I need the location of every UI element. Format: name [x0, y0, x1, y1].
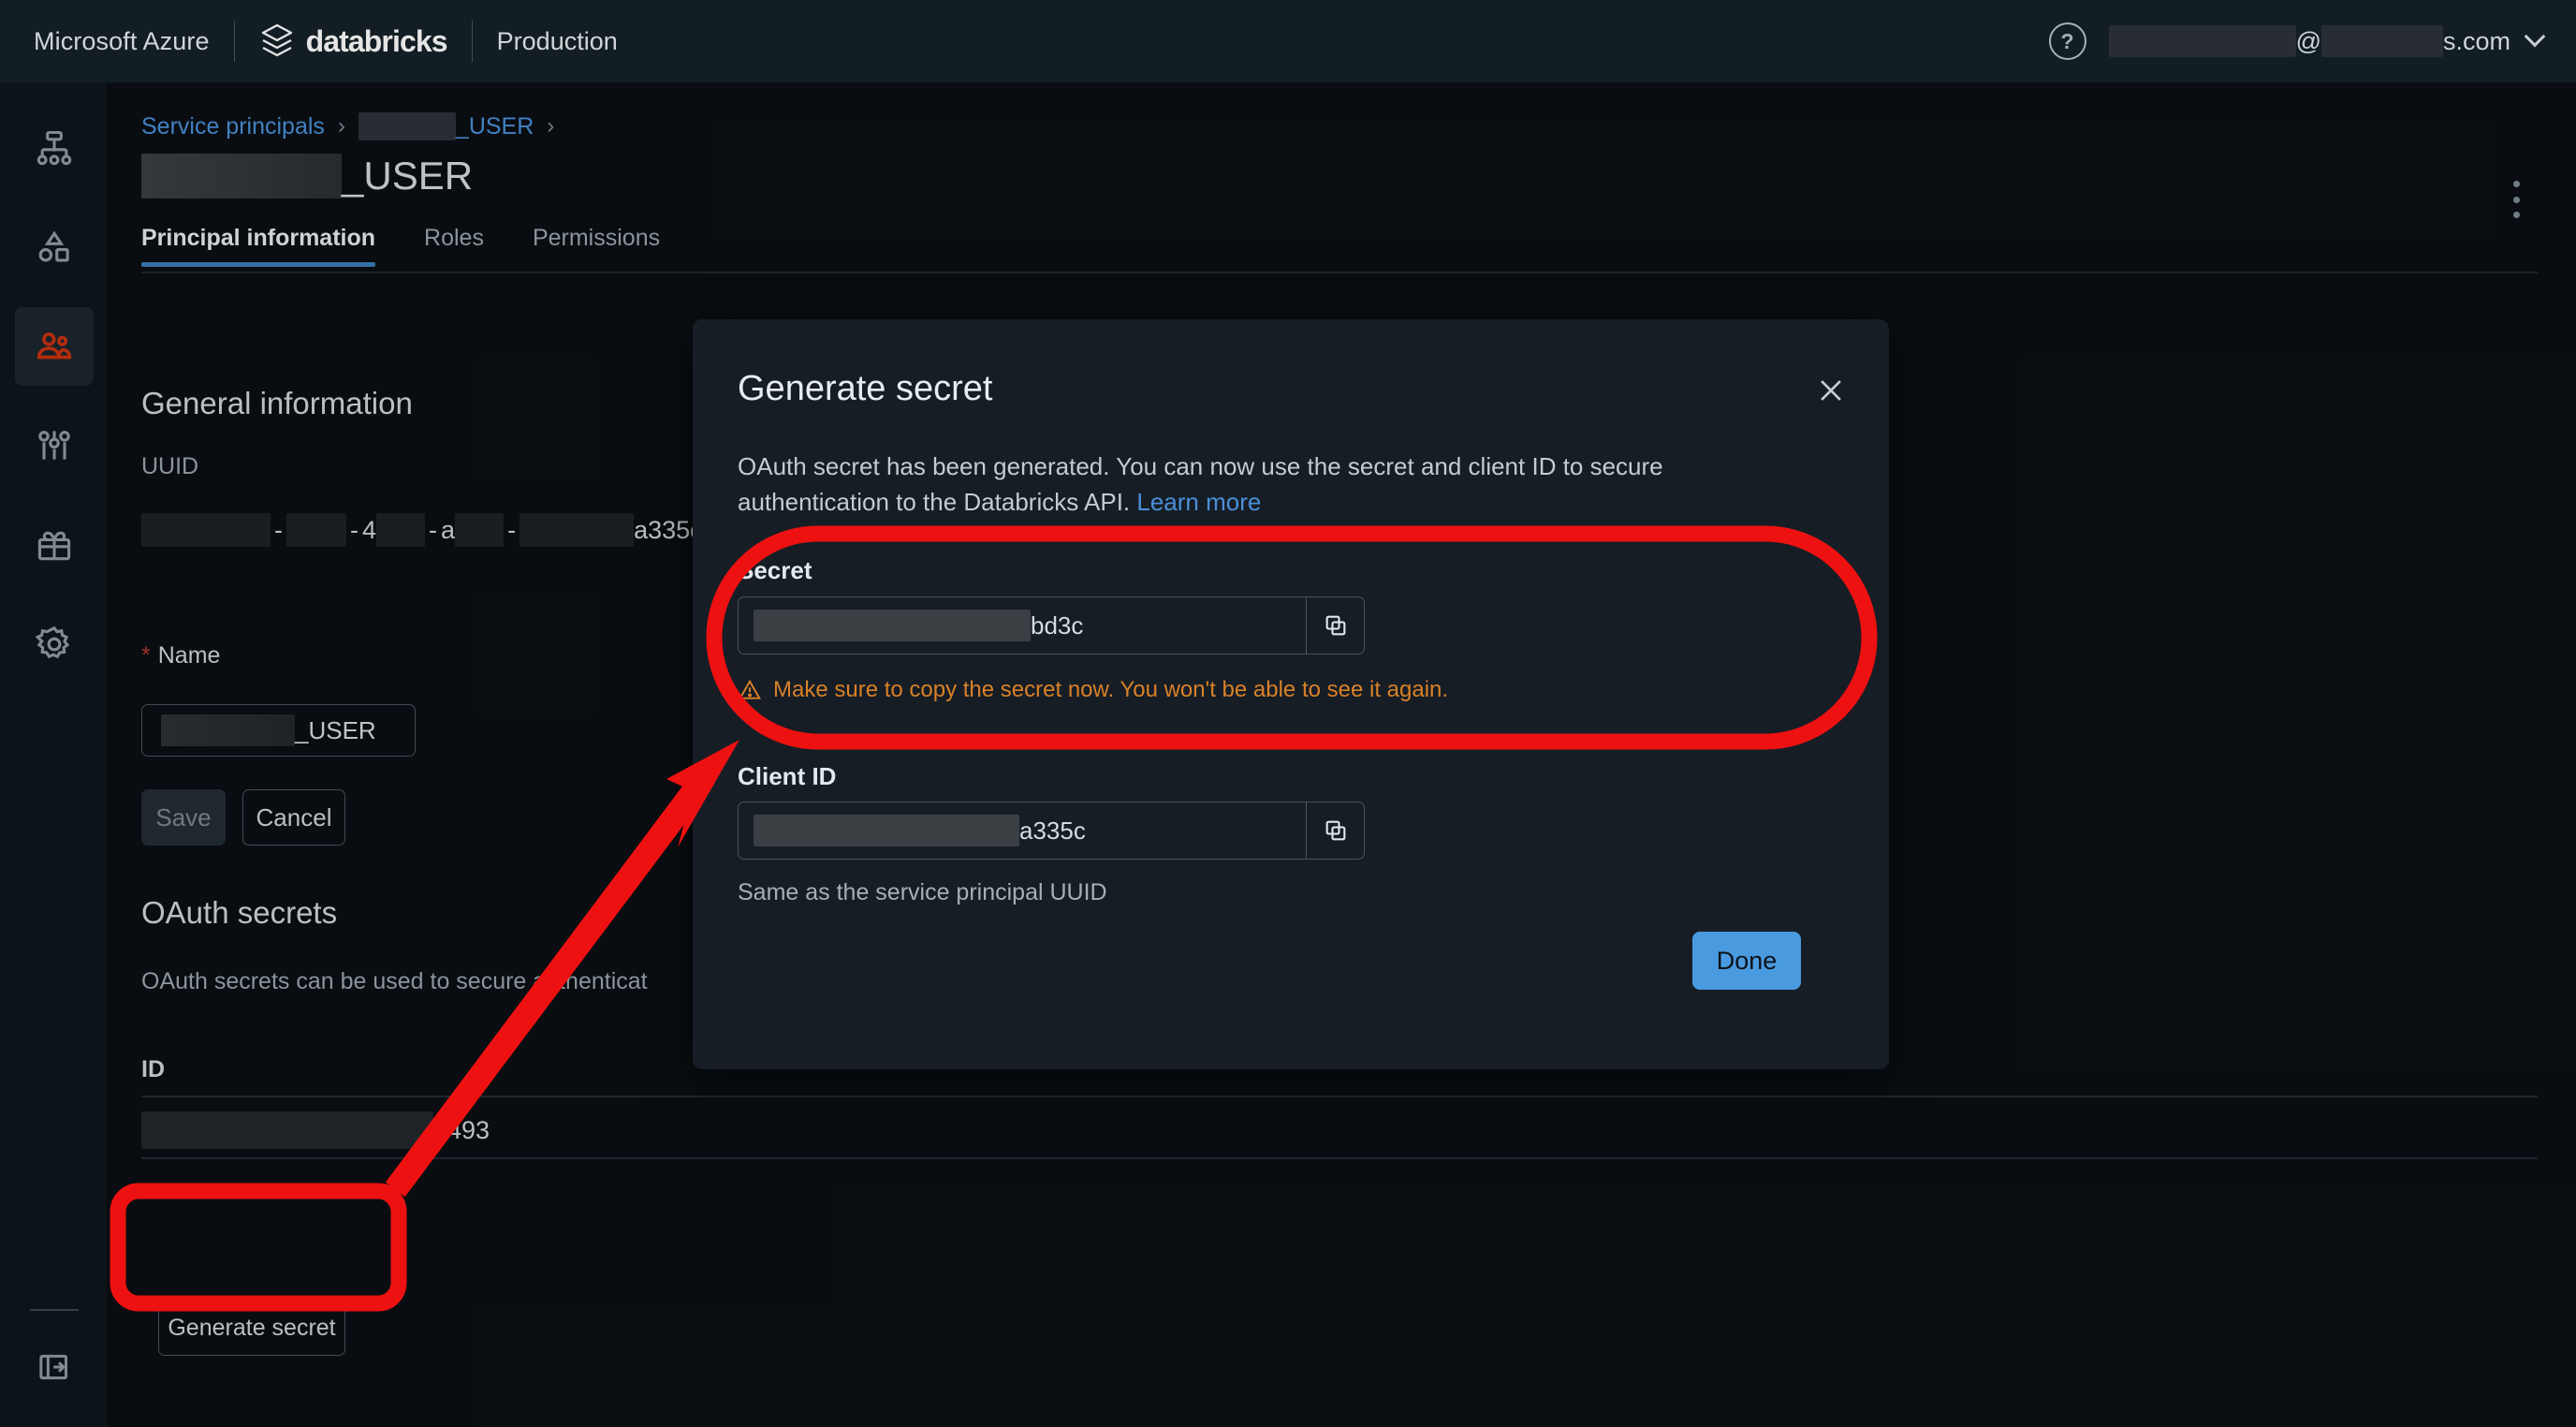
client-id-value: a335c [739, 815, 1306, 846]
close-icon[interactable] [1810, 370, 1852, 411]
secret-value-tail: bd3c [1031, 611, 1084, 640]
secret-field[interactable]: bd3c [738, 596, 1365, 655]
redacted-secret-value [754, 610, 1031, 641]
secret-warning-text: Make sure to copy the secret now. You wo… [773, 677, 1449, 702]
redacted-client-id-value [754, 815, 1019, 846]
copy-client-id-button[interactable] [1306, 802, 1364, 859]
client-id-label: Client ID [738, 762, 837, 790]
generate-secret-dialog: Generate secret OAuth secret has been ge… [693, 319, 1889, 1069]
done-button[interactable]: Done [1692, 932, 1801, 990]
client-id-value-tail: a335c [1019, 816, 1086, 845]
secret-value: bd3c [739, 610, 1306, 641]
copy-icon [1325, 820, 1345, 841]
dialog-description: OAuth secret has been generated. You can… [738, 449, 1706, 521]
copy-secret-button[interactable] [1306, 597, 1364, 654]
learn-more-link[interactable]: Learn more [1136, 488, 1261, 516]
secret-warning: Make sure to copy the secret now. You wo… [738, 677, 1448, 703]
client-id-hint: Same as the service principal UUID [738, 879, 1107, 905]
copy-icon [1325, 615, 1345, 636]
warning-triangle-icon [739, 679, 761, 699]
client-id-field[interactable]: a335c [738, 802, 1365, 860]
close-x-icon [1821, 380, 1841, 401]
dialog-title: Generate secret [738, 369, 993, 408]
secret-label: Secret [738, 556, 812, 584]
